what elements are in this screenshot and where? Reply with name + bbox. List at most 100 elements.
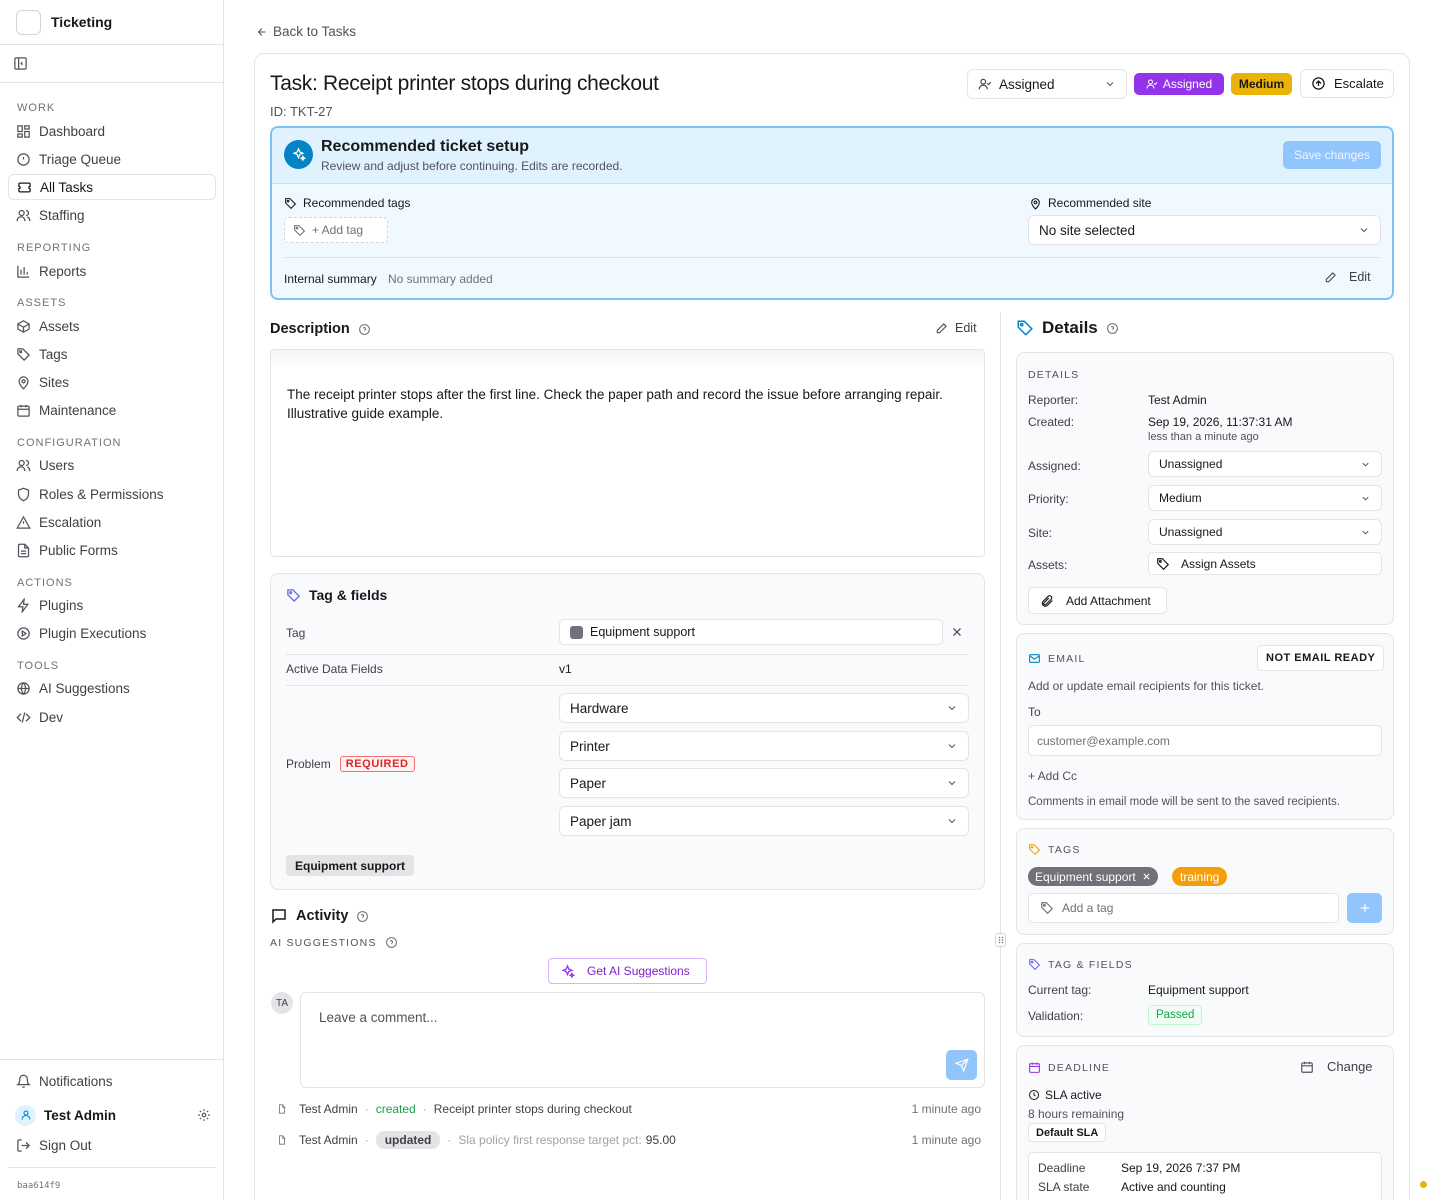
- add-attachment-button[interactable]: Add Attachment: [1028, 587, 1167, 614]
- resize-handle-icon[interactable]: [995, 933, 1006, 947]
- tag-icon: [1156, 557, 1170, 571]
- site-select[interactable]: Unassigned: [1148, 519, 1382, 545]
- assigned-select[interactable]: Unassigned: [1148, 451, 1382, 477]
- recommended-tags-heading: Recommended tags: [284, 196, 410, 210]
- sidebar-item-assets[interactable]: Assets: [8, 313, 216, 339]
- tag-fields-side-heading: TAG & FIELDS: [1028, 958, 1133, 971]
- tag-fields-panel: Tag & fields Tag Equipment support Activ…: [270, 573, 985, 890]
- sidebar-item-roles[interactable]: Roles & Permissions: [8, 481, 216, 507]
- sidebar-item-staffing[interactable]: Staffing: [8, 202, 216, 228]
- add-tag-button[interactable]: + Add tag: [284, 217, 388, 243]
- current-tag-label: Current tag:: [1028, 983, 1092, 997]
- created-relative: less than a minute ago: [1148, 431, 1259, 443]
- calendar-icon: [16, 403, 31, 418]
- email-to-input[interactable]: customer@example.com: [1028, 725, 1382, 756]
- build-divider: [8, 1167, 216, 1168]
- sidebar-footer-divider: [0, 1059, 223, 1060]
- required-badge: REQUIRED: [339, 756, 415, 772]
- sidebar-item-ai-suggestions[interactable]: AI Suggestions: [8, 675, 216, 701]
- get-ai-suggestions-button[interactable]: Get AI Suggestions: [548, 958, 707, 984]
- chevron-down-icon: [946, 740, 958, 752]
- sidebar-item-sites[interactable]: Sites: [8, 369, 216, 395]
- section-tools: TOOLS: [17, 660, 60, 672]
- sidebar-toggle-icon[interactable]: [13, 56, 28, 71]
- message-square-icon: [270, 907, 288, 925]
- sidebar-item-public-forms[interactable]: Public Forms: [8, 537, 216, 563]
- add-tag-submit-button[interactable]: [1347, 893, 1382, 923]
- tag-select[interactable]: Equipment support: [559, 619, 943, 645]
- sidebar-item-notifications[interactable]: Notifications: [8, 1068, 216, 1094]
- chevron-down-icon: [1360, 527, 1371, 538]
- sign-out-label: Sign Out: [39, 1137, 92, 1153]
- separator-dot: ·: [364, 1133, 369, 1147]
- users-icon: [16, 458, 31, 473]
- chevron-down-icon: [946, 777, 958, 789]
- activity-title: Activity: [296, 908, 349, 924]
- problem-select-level-2[interactable]: Printer: [559, 731, 969, 761]
- sidebar-item-dashboard[interactable]: Dashboard: [8, 118, 216, 144]
- sidebar-item-dev[interactable]: Dev: [8, 704, 216, 730]
- problem-select-level-1[interactable]: Hardware: [559, 693, 969, 723]
- pencil-icon: [1324, 270, 1338, 284]
- chevron-down-icon: [1358, 224, 1370, 236]
- add-cc-button[interactable]: + Add Cc: [1028, 769, 1077, 783]
- sign-out-button[interactable]: Sign Out: [8, 1132, 216, 1158]
- tag-icon: [1040, 901, 1054, 915]
- email-heading: EMAIL: [1028, 652, 1086, 665]
- sidebar-item-plugins[interactable]: Plugins: [8, 592, 216, 618]
- help-circle-icon[interactable]: [385, 936, 398, 949]
- help-circle-icon[interactable]: [356, 910, 369, 923]
- send-comment-button[interactable]: [946, 1050, 977, 1080]
- problem-select-level-4[interactable]: Paper jam: [559, 806, 969, 836]
- sidebar-item-label: Notifications: [39, 1073, 113, 1089]
- status-select[interactable]: Assigned: [967, 69, 1127, 99]
- description-edit-button[interactable]: Edit: [935, 321, 977, 335]
- clock-icon: [1028, 1089, 1040, 1101]
- section-work: WORK: [17, 102, 56, 114]
- sidebar-item-escalation[interactable]: Escalation: [8, 509, 216, 535]
- email-note: Comments in email mode will be sent to t…: [1028, 796, 1340, 808]
- help-circle-icon[interactable]: [358, 323, 371, 336]
- site-select-value: Unassigned: [1159, 525, 1223, 539]
- sidebar-item-triage[interactable]: Triage Queue: [8, 146, 216, 172]
- problem-select-level-3[interactable]: Paper: [559, 768, 969, 798]
- sidebar-item-all-tasks[interactable]: All Tasks: [8, 174, 216, 200]
- email-to-label: To: [1028, 705, 1041, 719]
- build-hash: baa614f9: [17, 1181, 61, 1191]
- summary-edit-button[interactable]: Edit: [1324, 270, 1371, 284]
- status-dot-icon: [1420, 1181, 1427, 1188]
- deadline-value: Sep 19, 2026 7:37 PM: [1121, 1161, 1241, 1175]
- save-changes-button[interactable]: Save changes: [1283, 141, 1381, 169]
- section-configuration: CONFIGURATION: [17, 437, 122, 449]
- recommended-site-label: Recommended site: [1048, 196, 1152, 210]
- sidebar-item-tags[interactable]: Tags: [8, 341, 216, 367]
- sidebar-item-users[interactable]: Users: [8, 452, 216, 478]
- help-circle-icon[interactable]: [1106, 322, 1119, 335]
- sidebar-item-maintenance[interactable]: Maintenance: [8, 397, 216, 423]
- priority-select[interactable]: Medium: [1148, 485, 1382, 511]
- assign-assets-button[interactable]: Assign Assets: [1148, 552, 1382, 575]
- close-icon[interactable]: [1142, 872, 1151, 881]
- sidebar-item-label: Maintenance: [39, 402, 117, 418]
- sidebar-item-reports[interactable]: Reports: [8, 258, 216, 284]
- activity-time: 1 minute ago: [911, 1102, 981, 1116]
- user-row[interactable]: Test Admin: [15, 1104, 211, 1126]
- recommended-site-select[interactable]: No site selected: [1028, 215, 1381, 245]
- comment-box[interactable]: Leave a comment...: [300, 992, 985, 1088]
- map-pin-icon: [1029, 197, 1042, 210]
- recommended-site-value: No site selected: [1039, 222, 1136, 238]
- sidebar-item-label: Public Forms: [39, 542, 118, 558]
- add-tag-input[interactable]: Add a tag: [1028, 893, 1339, 923]
- description-box[interactable]: The receipt printer stops after the firs…: [270, 349, 985, 557]
- sidebar-item-plugin-executions[interactable]: Plugin Executions: [8, 620, 216, 646]
- deadline-change-button[interactable]: Change: [1300, 1059, 1373, 1074]
- map-pin-icon: [16, 375, 31, 390]
- sidebar-item-label: All Tasks: [40, 179, 94, 195]
- back-link[interactable]: Back to Tasks: [256, 24, 356, 39]
- deadline-heading: DEADLINE: [1028, 1061, 1110, 1074]
- recommendation-subtitle: Review and adjust before continuing. Edi…: [321, 159, 623, 173]
- reporter-label: Reporter:: [1028, 393, 1079, 407]
- close-icon[interactable]: [951, 626, 963, 638]
- gear-icon[interactable]: [197, 1108, 211, 1122]
- escalate-button[interactable]: Escalate: [1300, 69, 1394, 98]
